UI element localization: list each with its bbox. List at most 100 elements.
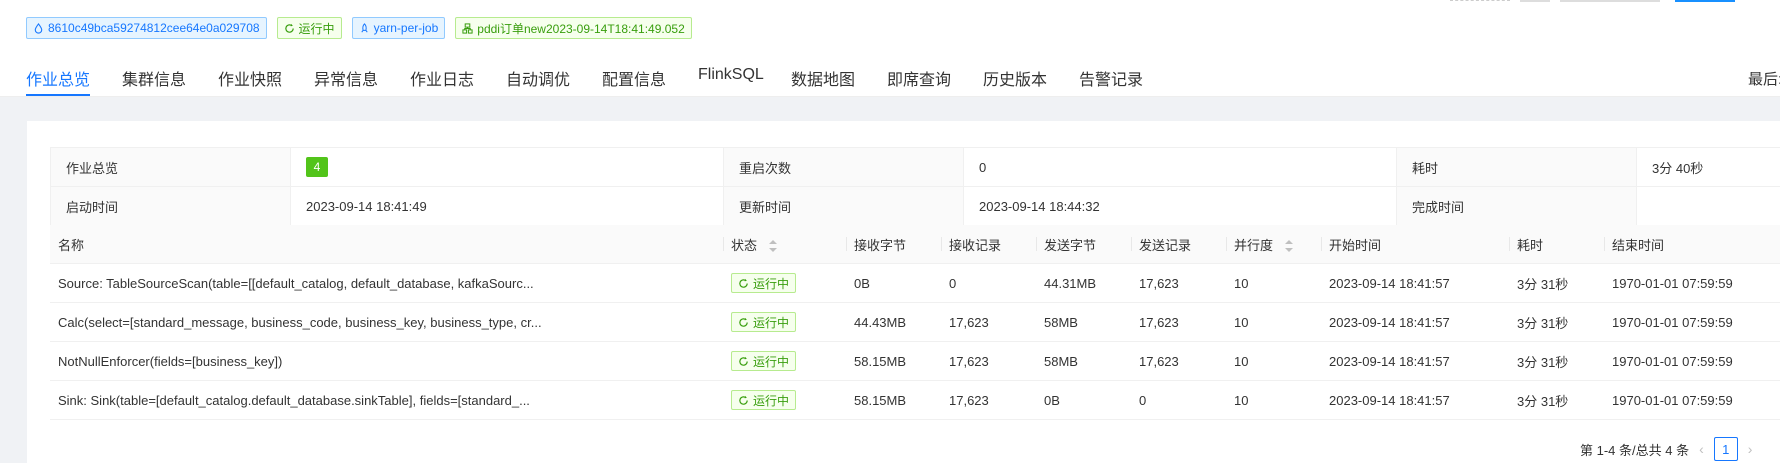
col-status[interactable]: 状态 bbox=[723, 225, 846, 264]
tab-alerts[interactable]: 告警记录 bbox=[1079, 66, 1143, 90]
recv-bytes: 44.43MB bbox=[846, 302, 941, 342]
tab-adhoc-query[interactable]: 即席查询 bbox=[887, 66, 951, 90]
restart-label: 重启次数 bbox=[723, 147, 964, 187]
tab-cluster-info[interactable]: 集群信息 bbox=[122, 66, 186, 90]
tab-config[interactable]: 配置信息 bbox=[602, 66, 666, 90]
col-start-time: 开始时间 bbox=[1321, 225, 1509, 264]
recv-records: 0 bbox=[941, 263, 1036, 303]
vertex-status: 运行中 bbox=[723, 263, 846, 303]
overview-descriptions: 作业总览 4 重启次数 0 耗时 3分 40秒 启动时间 2023-09-14 … bbox=[50, 147, 1780, 226]
prev-page-button[interactable]: ‹ bbox=[1699, 441, 1704, 457]
top-toolbar-edge bbox=[1450, 0, 1735, 2]
send-records: 17,623 bbox=[1131, 263, 1226, 303]
overview-label: 作业总览 bbox=[50, 147, 291, 187]
rocket-icon bbox=[360, 22, 368, 32]
sync-icon bbox=[739, 356, 748, 366]
active-tab-indicator bbox=[26, 94, 90, 96]
parallelism: 10 bbox=[1226, 263, 1321, 303]
update-time-label: 更新时间 bbox=[723, 186, 964, 226]
send-bytes: 58MB bbox=[1036, 302, 1131, 342]
recv-bytes: 58.15MB bbox=[846, 380, 941, 420]
finish-time-value bbox=[1636, 186, 1780, 226]
sync-icon bbox=[739, 317, 748, 327]
status-badge: 运行中 bbox=[731, 273, 797, 293]
col-send-records: 发送记录 bbox=[1131, 225, 1226, 264]
start-time-value: 2023-09-14 18:41:49 bbox=[290, 186, 724, 226]
recv-records: 17,623 bbox=[941, 302, 1036, 342]
vertex-table: 名称 状态 接收字节 接收记录 发送字节 发送记录 并行度 开始时间 耗时 结束… bbox=[50, 225, 1780, 420]
table-row[interactable]: Source: TableSourceScan(table=[[default_… bbox=[50, 263, 1780, 303]
table-row[interactable]: Sink: Sink(table=[default_catalog.defaul… bbox=[50, 380, 1780, 420]
task-count-badge: 4 bbox=[306, 157, 328, 177]
end-time: 1970-01-01 07:59:59 bbox=[1604, 263, 1780, 303]
vertex-status: 运行中 bbox=[723, 341, 846, 381]
col-send-bytes: 发送字节 bbox=[1036, 225, 1131, 264]
duration: 3分 31秒 bbox=[1509, 263, 1604, 303]
recv-bytes: 58.15MB bbox=[846, 341, 941, 381]
parallelism: 10 bbox=[1226, 380, 1321, 420]
parallelism: 10 bbox=[1226, 302, 1321, 342]
next-page-button[interactable]: › bbox=[1748, 441, 1753, 457]
duration-value: 3分 40秒 bbox=[1636, 147, 1780, 187]
end-time: 1970-01-01 07:59:59 bbox=[1604, 341, 1780, 381]
col-recv-records: 接收记录 bbox=[941, 225, 1036, 264]
table-row[interactable]: Calc(select=[standard_message, business_… bbox=[50, 302, 1780, 342]
job-tabs: 作业总览 集群信息 作业快照 异常信息 作业日志 自动调优 配置信息 Flink… bbox=[0, 58, 1780, 97]
status-badge: 运行中 bbox=[731, 351, 797, 371]
job-name-tag: pddi订单new2023-09-14T18:41:49.052 bbox=[455, 17, 692, 39]
start-time: 2023-09-14 18:41:57 bbox=[1321, 380, 1509, 420]
start-time: 2023-09-14 18:41:57 bbox=[1321, 341, 1509, 381]
tab-exceptions[interactable]: 异常信息 bbox=[314, 66, 378, 90]
tab-job-log[interactable]: 作业日志 bbox=[410, 66, 474, 90]
col-parallelism[interactable]: 并行度 bbox=[1226, 225, 1321, 264]
job-status-tag: 运行中 bbox=[276, 17, 342, 39]
recv-bytes: 0B bbox=[846, 263, 941, 303]
job-id-tag: 8610c49bca59274812cee64e0a029708 bbox=[26, 17, 267, 39]
sort-icon[interactable] bbox=[1285, 240, 1294, 253]
col-duration: 耗时 bbox=[1509, 225, 1604, 264]
col-recv-bytes: 接收字节 bbox=[846, 225, 941, 264]
vertex-name: Source: TableSourceScan(table=[[default_… bbox=[50, 263, 723, 303]
tab-history[interactable]: 历史版本 bbox=[983, 66, 1047, 90]
start-time-label: 启动时间 bbox=[50, 186, 291, 226]
start-time: 2023-09-14 18:41:57 bbox=[1321, 302, 1509, 342]
send-bytes: 58MB bbox=[1036, 341, 1131, 381]
recv-records: 17,623 bbox=[941, 380, 1036, 420]
tab-snapshot[interactable]: 作业快照 bbox=[218, 66, 282, 90]
tab-overview[interactable]: 作业总览 bbox=[26, 66, 90, 90]
send-bytes: 0B bbox=[1036, 380, 1131, 420]
parallelism: 10 bbox=[1226, 341, 1321, 381]
overview-value: 4 bbox=[290, 147, 724, 187]
status-badge: 运行中 bbox=[731, 312, 797, 332]
finish-time-label: 完成时间 bbox=[1396, 186, 1637, 226]
overview-row: 作业总览 4 重启次数 0 耗时 3分 40秒 bbox=[50, 147, 1780, 187]
tab-data-map[interactable]: 数据地图 bbox=[791, 66, 855, 90]
update-time-value: 2023-09-14 18:44:32 bbox=[963, 186, 1397, 226]
col-end-time: 结束时间 bbox=[1604, 225, 1780, 264]
drop-icon bbox=[34, 22, 43, 34]
tab-flinksql[interactable]: FlinkSQL bbox=[698, 66, 764, 84]
page-number-button[interactable]: 1 bbox=[1713, 437, 1738, 461]
vertex-name: Calc(select=[standard_message, business_… bbox=[50, 302, 723, 342]
table-row[interactable]: NotNullEnforcer(fields=[business_key]) 运… bbox=[50, 341, 1780, 381]
sort-icon[interactable] bbox=[769, 240, 778, 253]
pagination-summary: 第 1-4 条/总共 4 条 bbox=[1580, 442, 1690, 458]
status-badge: 运行中 bbox=[731, 390, 797, 410]
last-updated-label: 最后: bbox=[1748, 71, 1780, 88]
sync-icon bbox=[284, 23, 294, 33]
send-records: 0 bbox=[1131, 380, 1226, 420]
recv-records: 17,623 bbox=[941, 341, 1036, 381]
vertex-status: 运行中 bbox=[723, 380, 846, 420]
duration: 3分 31秒 bbox=[1509, 341, 1604, 381]
duration: 3分 31秒 bbox=[1509, 302, 1604, 342]
vertex-name: Sink: Sink(table=[default_catalog.defaul… bbox=[50, 380, 723, 420]
col-name: 名称 bbox=[50, 225, 723, 264]
send-records: 17,623 bbox=[1131, 302, 1226, 342]
table-header-row: 名称 状态 接收字节 接收记录 发送字节 发送记录 并行度 开始时间 耗时 结束… bbox=[50, 225, 1780, 264]
duration-label: 耗时 bbox=[1396, 147, 1637, 187]
cluster-icon bbox=[462, 22, 473, 34]
tab-auto-tuning[interactable]: 自动调优 bbox=[506, 66, 570, 90]
end-time: 1970-01-01 07:59:59 bbox=[1604, 380, 1780, 420]
duration: 3分 31秒 bbox=[1509, 380, 1604, 420]
pagination: 第 1-4 条/总共 4 条 ‹ 1 › bbox=[1580, 437, 1752, 461]
